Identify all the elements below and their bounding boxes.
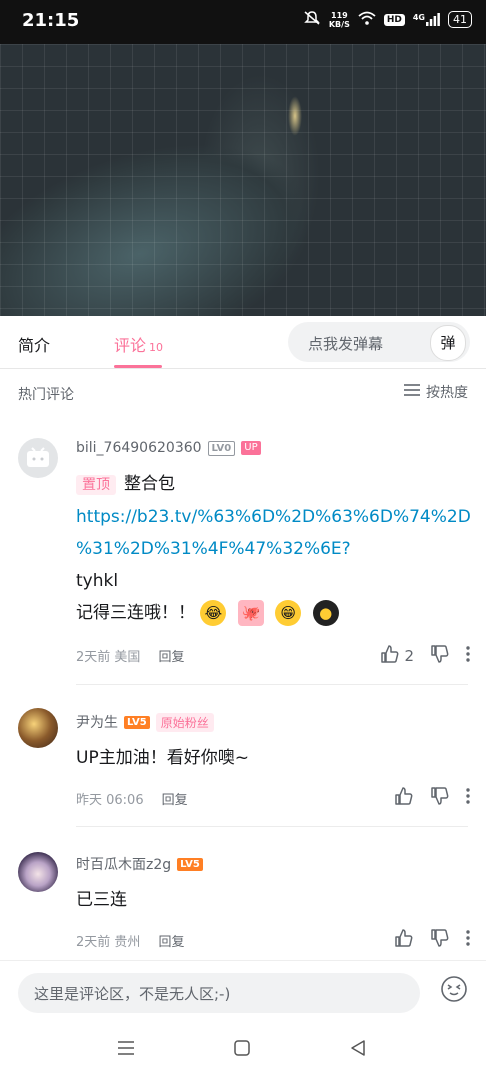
- hot-comments-title: 热门评论: [18, 387, 74, 403]
- comment-body: UP主加油！看好你噢~: [76, 748, 249, 768]
- comment-location: 贵州: [114, 935, 141, 950]
- avatar[interactable]: [18, 438, 58, 478]
- thumbs-up-icon[interactable]: [394, 786, 414, 810]
- comment-body: 置顶 整合包 https://b23.tv/%63%6D%2D%63%6D%74%…: [76, 468, 471, 629]
- comment-line: tyhkl: [76, 571, 119, 591]
- emoji-picker-icon[interactable]: [440, 975, 468, 1003]
- comment-link-continued[interactable]: %31%2D%31%4F%47%32%6E?: [76, 533, 471, 565]
- tab-comments-label: 评论: [114, 336, 147, 355]
- sort-icon: [404, 383, 420, 401]
- video-player[interactable]: [0, 44, 486, 316]
- comment-header: 尹为生 LV5 原始粉丝: [76, 712, 214, 732]
- status-time: 21:15: [22, 10, 80, 31]
- comment-input-placeholder: 这里是评论区，不是无人区;-): [34, 985, 231, 1003]
- comment-divider: [76, 684, 468, 685]
- avatar[interactable]: [18, 852, 58, 892]
- hot-comments-header: 热门评论 按热度: [0, 368, 486, 416]
- comment-actions: [394, 928, 470, 952]
- mute-icon: [303, 10, 321, 29]
- tab-comments[interactable]: 评论 10: [114, 332, 163, 356]
- reply-button[interactable]: 回复: [158, 646, 184, 665]
- thumbs-up-icon: [380, 644, 400, 668]
- comment-body: 已三连: [76, 890, 127, 910]
- pinned-badge: 置顶: [76, 475, 116, 495]
- comment-time-value: 2天前: [76, 935, 111, 950]
- comment-item: 时百瓜木面z2g LV5 已三连 2天前 贵州 回复: [0, 828, 486, 958]
- reply-button[interactable]: 回复: [158, 931, 184, 950]
- comment-link[interactable]: https://b23.tv/%63%6D%2D%63%6D%74%2D: [76, 501, 471, 533]
- comment-input-bar: 这里是评论区，不是无人区;-): [0, 960, 486, 1023]
- wifi-icon: [358, 11, 376, 28]
- tab-intro[interactable]: 简介: [18, 332, 50, 356]
- net-speed-unit: KB/S: [328, 19, 350, 29]
- username[interactable]: 尹为生: [76, 712, 118, 732]
- comment-time-value: 2天前: [76, 650, 111, 665]
- level-badge: LV0: [207, 440, 236, 456]
- comment-actions: [394, 786, 470, 810]
- level-badge: LV5: [177, 857, 203, 871]
- comment-meta: 2天前 贵州 回复: [76, 931, 184, 950]
- fan-badge: 原始粉丝: [155, 712, 214, 732]
- danmaku-toggle-button[interactable]: 弹: [430, 325, 466, 361]
- grin-emoji-icon: 😁: [275, 600, 302, 626]
- network-type: 4G: [412, 13, 425, 22]
- username[interactable]: bili_76490620360: [76, 440, 202, 456]
- status-bar: 21:15 119 KB/S HD 4G 41: [0, 0, 486, 44]
- up-badge: UP: [241, 441, 261, 455]
- battery-indicator: 41: [448, 11, 472, 28]
- sort-button[interactable]: 按热度: [404, 382, 468, 402]
- thumbs-up-icon[interactable]: [394, 928, 414, 952]
- home-icon[interactable]: [232, 1038, 256, 1062]
- network-speed: 119 KB/S: [329, 11, 350, 29]
- hd-badge: HD: [383, 13, 405, 26]
- comment-time: 2天前 贵州: [76, 931, 140, 950]
- comment-input[interactable]: 这里是评论区，不是无人区;-): [18, 973, 420, 1013]
- video-frame-grid: [0, 44, 486, 316]
- comment-time: 昨天 06:06: [76, 793, 144, 808]
- back-icon[interactable]: [348, 1038, 372, 1062]
- comment-header: 时百瓜木面z2g LV5: [76, 854, 203, 874]
- reply-button[interactable]: 回复: [162, 789, 188, 808]
- sticker-emoji-icon: 🐙: [237, 600, 264, 626]
- thumbs-down-icon[interactable]: [430, 786, 450, 810]
- danmaku-input[interactable]: 点我发弹幕 弹: [288, 322, 470, 362]
- like-button[interactable]: 2: [380, 644, 414, 668]
- crying-laugh-emoji-icon: 😂: [200, 600, 227, 626]
- comment-meta: 昨天 06:06 回复: [76, 789, 188, 808]
- thumbs-down-icon[interactable]: [430, 644, 450, 668]
- menu-icon[interactable]: [116, 1038, 140, 1062]
- comment-divider: [76, 826, 468, 827]
- comment-actions: 2: [380, 644, 470, 668]
- avatar[interactable]: [18, 708, 58, 748]
- comment-item: 尹为生 LV5 原始粉丝 UP主加油！看好你噢~ 昨天 06:06 回复: [0, 686, 486, 827]
- tab-comments-count: 10: [149, 341, 164, 354]
- level-badge: LV5: [124, 715, 150, 729]
- comment-line: 整合包: [124, 474, 175, 494]
- comment-location: 美国: [114, 650, 141, 665]
- comment-meta: 2天前 美国 回复: [76, 646, 184, 665]
- thumbs-down-icon[interactable]: [430, 928, 450, 952]
- signal-icon: 4G: [413, 13, 440, 26]
- username[interactable]: 时百瓜木面z2g: [76, 854, 171, 874]
- system-navigation-bar: [0, 1022, 486, 1080]
- sort-label: 按热度: [426, 385, 468, 401]
- more-options-icon[interactable]: [466, 930, 470, 950]
- net-speed-value: 119: [331, 10, 348, 20]
- comment-item: bili_76490620360 LV0 UP 置顶 整合包 https://b2…: [0, 416, 486, 686]
- comment-header: bili_76490620360 LV0 UP: [76, 440, 261, 456]
- like-count: 2: [404, 647, 414, 665]
- more-options-icon[interactable]: [466, 646, 470, 666]
- more-options-icon[interactable]: [466, 788, 470, 808]
- black-face-emoji-icon: ●: [312, 600, 339, 626]
- danmaku-placeholder: 点我发弹幕: [308, 335, 384, 353]
- comment-time: 2天前 美国: [76, 646, 140, 665]
- comment-line: 记得三连哦！！: [76, 603, 195, 623]
